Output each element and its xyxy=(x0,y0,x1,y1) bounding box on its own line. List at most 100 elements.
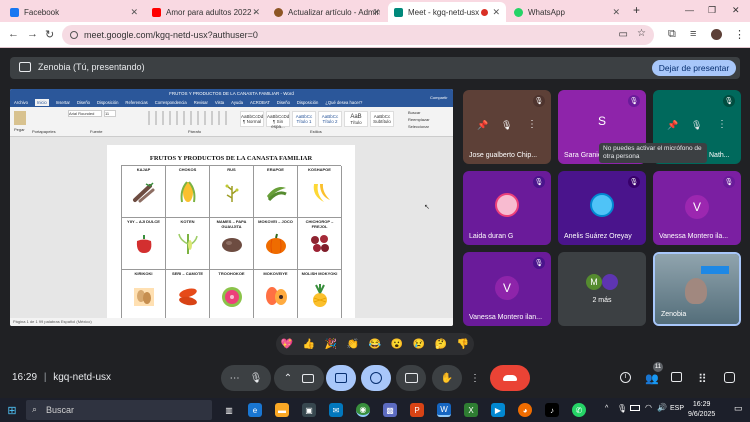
select-button[interactable]: Seleccionar xyxy=(408,124,429,129)
close-icon[interactable]: ✕ xyxy=(130,7,138,18)
find-button[interactable]: Buscar xyxy=(408,110,420,115)
audio-options-icon[interactable]: ⋯ xyxy=(230,373,240,384)
word-tab[interactable]: ¿Qué desea hacer? xyxy=(325,100,362,105)
style-no-spacing[interactable]: AaBbCcDd ¶ Sin espa... xyxy=(266,111,290,129)
style-title[interactable]: AaB Título xyxy=(344,111,368,127)
tiktok-icon[interactable]: ♪ xyxy=(545,403,559,417)
extensions-icon[interactable]: ⧉ xyxy=(668,28,676,41)
mail-icon[interactable]: ✉ xyxy=(329,403,343,417)
back-icon[interactable]: ← xyxy=(8,28,19,40)
word-tab[interactable]: Diseño xyxy=(277,100,290,105)
self-video-tile[interactable]: Zenobia xyxy=(653,252,741,326)
edge-icon[interactable]: e xyxy=(248,403,262,417)
mute-icon[interactable]: 🎙 xyxy=(691,120,702,131)
document-page[interactable]: FRUTOS Y PRODUCTOS DE LA CANASTA FAMILIA… xyxy=(107,145,355,325)
maximize-icon[interactable]: ❐ xyxy=(708,5,716,16)
camera-control[interactable]: ⌃ xyxy=(274,365,324,391)
style-subtitle[interactable]: AaBbCc Subtítulo xyxy=(370,111,394,127)
notification-icon[interactable]: ▭ xyxy=(734,403,743,414)
reaction-party[interactable]: 🎉 xyxy=(325,339,337,350)
forward-icon[interactable]: → xyxy=(27,28,38,40)
share-button[interactable]: Compartir xyxy=(430,95,448,100)
excel-icon[interactable]: X xyxy=(464,403,478,417)
participant-tile[interactable]: 🎙 Anelis Suárez Oreyay xyxy=(558,171,646,245)
chat-icon[interactable] xyxy=(671,372,682,382)
app-icon[interactable]: ▩ xyxy=(383,403,397,417)
profile-avatar[interactable] xyxy=(711,29,722,40)
firefox-icon[interactable]: ◕ xyxy=(518,403,532,417)
task-view-icon[interactable]: ▥ xyxy=(222,403,236,417)
paragraph-tools[interactable] xyxy=(148,111,228,125)
reaction-heart[interactable]: 💖 xyxy=(281,339,293,350)
chevron-up-icon[interactable]: ⌃ xyxy=(284,373,292,384)
leave-call-button[interactable] xyxy=(490,365,530,391)
site-info-icon[interactable] xyxy=(70,31,78,39)
mic-icon[interactable]: 🎙 xyxy=(250,373,263,384)
word-tab[interactable]: Correspondencia xyxy=(155,100,187,105)
wifi-icon[interactable]: ◠ xyxy=(645,403,652,412)
tray-chevron-icon[interactable]: ^ xyxy=(605,405,608,412)
store-icon[interactable]: ▣ xyxy=(302,403,316,417)
reactions-button[interactable] xyxy=(361,365,391,391)
style-heading-1[interactable]: AaBbCc Título 1 xyxy=(292,111,316,127)
close-icon[interactable]: ✕ xyxy=(612,7,620,18)
font-size-select[interactable]: 11 xyxy=(104,110,116,117)
reaction-thinking[interactable]: 🤔 xyxy=(435,339,447,350)
participant-tile[interactable]: 🎙 V Vanessa Montero ilan... xyxy=(463,252,551,326)
present-button[interactable] xyxy=(326,365,356,391)
tab-meet[interactable]: Meet - kgq-netd-usx ✕ xyxy=(388,2,506,22)
powerpoint-icon[interactable]: P xyxy=(410,403,424,417)
reaction-clap[interactable]: 👏 xyxy=(347,339,359,350)
word-tab[interactable]: Archivo xyxy=(14,100,28,105)
taskbar-clock[interactable]: 16:29 9/6/2025 xyxy=(688,400,715,420)
camera-icon[interactable] xyxy=(302,373,315,383)
reaction-sad[interactable]: 😢 xyxy=(413,339,425,350)
more-options-button[interactable]: ⋮ xyxy=(466,365,484,391)
more-options-icon[interactable]: ⋮ xyxy=(527,119,537,130)
language-indicator[interactable]: ESP xyxy=(670,405,684,412)
close-window-icon[interactable]: ✕ xyxy=(732,5,740,16)
info-icon[interactable]: i xyxy=(620,372,631,383)
close-icon[interactable]: ✕ xyxy=(252,7,260,18)
style-normal[interactable]: AaBbCcDd ¶ Normal xyxy=(240,111,264,127)
file-explorer-icon[interactable]: ▬ xyxy=(275,403,289,417)
tab-search-icon[interactable]: ≡ xyxy=(690,28,696,40)
chrome-icon[interactable]: ◉ xyxy=(356,403,370,417)
stop-presenting-button[interactable]: Dejar de presentar xyxy=(652,60,736,76)
word-icon[interactable]: W xyxy=(437,403,451,417)
reaction-thumbs-up[interactable]: 👍 xyxy=(303,339,315,350)
tab-admin[interactable]: Actualizar artículo - Admin ✕ xyxy=(268,2,386,22)
new-tab-button[interactable]: + xyxy=(633,3,640,17)
more-participants-tile[interactable]: M 2 más xyxy=(558,252,646,326)
url-input[interactable]: meet.google.com/kgq-netd-usx?authuser=0 … xyxy=(62,25,654,45)
battery-icon[interactable] xyxy=(630,405,640,411)
word-tab[interactable]: Disposición xyxy=(97,100,118,105)
pin-icon[interactable]: 📌 xyxy=(667,120,678,131)
tab-facebook[interactable]: Facebook ✕ xyxy=(4,2,144,22)
word-tab[interactable]: Disposición xyxy=(297,100,318,105)
replace-button[interactable]: Reemplazar xyxy=(408,117,430,122)
word-tab[interactable]: Insertar xyxy=(56,100,70,105)
volume-icon[interactable]: 🔊 xyxy=(657,403,667,412)
media-icon[interactable]: ▶ xyxy=(491,403,505,417)
close-icon[interactable]: ✕ xyxy=(372,7,380,18)
font-name-select[interactable]: Arial Rounded xyxy=(68,110,102,117)
people-icon[interactable]: 👥 xyxy=(645,372,659,385)
word-tab[interactable]: Vista xyxy=(215,100,224,105)
word-tab[interactable]: ACROBAT xyxy=(250,100,270,105)
word-tab[interactable]: Diseño xyxy=(77,100,90,105)
cast-icon[interactable]: ▭ xyxy=(619,29,628,40)
paste-icon[interactable] xyxy=(14,111,26,125)
reload-icon[interactable]: ↻ xyxy=(45,28,54,41)
participant-tile[interactable]: 🎙 Laida duran G xyxy=(463,171,551,245)
reaction-laugh[interactable]: 😂 xyxy=(369,339,381,350)
raise-hand-button[interactable]: ✋ xyxy=(432,365,462,391)
reaction-surprised[interactable]: 😮 xyxy=(391,339,403,350)
menu-icon[interactable]: ⋮ xyxy=(734,28,745,41)
pin-icon[interactable]: 📌 xyxy=(477,120,488,131)
host-controls-icon[interactable] xyxy=(724,372,735,383)
participant-tile[interactable]: 🎙 V Vanessa Montero ila... xyxy=(653,171,741,245)
mic-tray-icon[interactable]: 🎙 xyxy=(617,404,627,413)
participant-tile[interactable]: 🎙 📌 🎙 ⋮ Jose gualberto Chip... xyxy=(463,90,551,164)
tab-youtube[interactable]: Amor para adultos 2022 - Y ✕ xyxy=(146,2,266,22)
